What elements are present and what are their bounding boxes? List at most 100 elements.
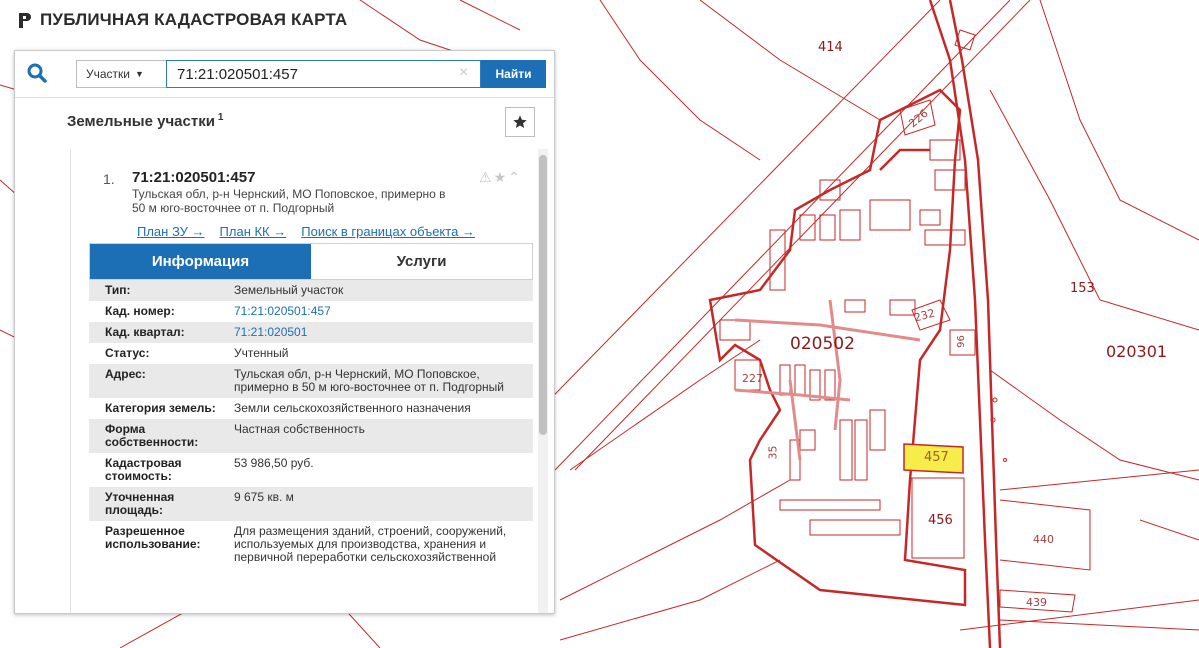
road-line — [574, 0, 1031, 471]
building — [934, 169, 966, 191]
info-table: Тип: Земельный участок Кад. номер: 71:21… — [89, 280, 533, 568]
building — [839, 209, 861, 241]
building — [824, 369, 836, 401]
search-icon[interactable] — [25, 61, 49, 85]
building — [794, 364, 806, 396]
map-point — [1003, 458, 1007, 462]
info-key: Статус: — [105, 346, 150, 360]
info-row: Кад. квартал: 71:21:020501 — [89, 322, 533, 343]
building — [869, 409, 886, 451]
info-row: Разрешенное использование: Для размещени… — [89, 521, 533, 568]
search-bar: Участки ▼ × Найти — [15, 51, 554, 98]
chevron-down-icon: ▼ — [135, 69, 144, 79]
info-key: Разрешенное использование: — [105, 524, 201, 551]
info-value: Для размещения зданий, строений, сооруже… — [234, 524, 507, 564]
app-title: ПУБЛИЧНАЯ КАДАСТРОВАЯ КАРТА — [18, 10, 347, 30]
parcel-label: 35 — [766, 445, 780, 460]
parcel-label: 96 — [955, 335, 967, 348]
building — [719, 319, 751, 341]
object-type-label: Участки — [86, 67, 130, 81]
info-key: Форма собственности: — [105, 422, 199, 449]
field-boundary — [569, 339, 761, 471]
field-boundary — [1039, 0, 1199, 241]
star-icon — [513, 115, 527, 128]
results-header: Земельные участки 1 — [15, 98, 554, 146]
clear-icon[interactable]: × — [459, 64, 468, 82]
app-title-text: ПУБЛИЧНАЯ КАДАСТРОВАЯ КАРТА — [40, 10, 348, 29]
info-key: Кад. квартал: — [105, 325, 185, 339]
building — [844, 299, 866, 313]
parcel-label: 456 — [928, 513, 953, 528]
field-boundary — [459, 0, 521, 31]
building — [924, 229, 966, 246]
info-row: Кадастровая стоимость: 53 986,50 руб. — [89, 453, 533, 487]
info-row: Форма собственности: Частная собственнос… — [89, 419, 533, 453]
plan-kk-link[interactable]: План КК → — [220, 224, 287, 239]
search-input[interactable] — [166, 60, 481, 88]
building — [809, 519, 901, 536]
building — [819, 214, 836, 241]
building — [919, 209, 941, 226]
building — [779, 499, 881, 511]
info-value-link[interactable]: 71:21:020501 — [234, 326, 529, 339]
warning-icon[interactable]: ⚠ — [479, 169, 494, 185]
results-title-text: Земельные участки — [67, 113, 215, 130]
tab-services[interactable]: Услуги — [311, 244, 532, 279]
info-row: Кад. номер: 71:21:020501:457 — [89, 301, 533, 322]
chevron-up-icon[interactable]: ⌃ — [508, 169, 522, 185]
building — [779, 364, 791, 396]
selected-parcel-label: 457 — [924, 450, 949, 465]
info-value-link[interactable]: 71:21:020501:457 — [234, 305, 529, 318]
info-row: Адрес: Тульская обл, р-н Чернский, МО По… — [89, 364, 533, 398]
field-boundary — [559, 559, 781, 641]
plan-zu-link[interactable]: План ЗУ → — [137, 224, 205, 239]
result-cadastral-number[interactable]: 71:21:020501:457 — [132, 169, 255, 186]
field-boundary — [1139, 519, 1199, 541]
star-outline-icon[interactable]: ★ — [494, 169, 509, 185]
result-index: 1. — [103, 171, 115, 187]
search-in-bounds-link[interactable]: Поиск в границах объекта → — [301, 224, 475, 239]
cadastral-quarter-label: 020502 — [790, 334, 855, 354]
parcel-label: 227 — [742, 372, 763, 385]
info-value: Частная собственность — [234, 422, 365, 436]
building — [869, 199, 911, 231]
scrollbar-thumb[interactable] — [539, 155, 547, 435]
field-boundary — [999, 469, 1199, 491]
info-value: Земли сельскохозяйственного назначения — [234, 401, 471, 415]
object-type-select[interactable]: Участки ▼ — [76, 60, 166, 88]
rosreestr-logo-icon — [19, 13, 31, 28]
info-row: Уточненная площадь: 9 675 кв. м — [89, 487, 533, 521]
building — [889, 299, 916, 316]
field-boundary — [699, 0, 881, 121]
results-scrollbar[interactable] — [538, 149, 548, 613]
info-row: Статус: Учтенный — [89, 343, 533, 364]
favorites-button[interactable] — [505, 107, 535, 137]
info-key: Адрес: — [105, 367, 146, 381]
info-key: Кад. номер: — [105, 304, 175, 318]
results-title: Земельные участки 1 — [67, 112, 223, 130]
info-value: Земельный участок — [234, 283, 344, 297]
card-tabs: Информация Услуги — [89, 243, 533, 280]
info-row: Категория земель: Земли сельскохозяйстве… — [89, 398, 533, 419]
find-button[interactable]: Найти — [481, 60, 546, 88]
result-card: 1. 71:21:020501:457 Тульская обл, р-н Че… — [70, 149, 537, 613]
field-boundary — [989, 369, 1199, 481]
parcel-label: 414 — [818, 40, 843, 55]
search-panel: Участки ▼ × Найти Земельные участки1 1. … — [14, 50, 555, 614]
info-key: Уточненная площадь: — [105, 490, 175, 517]
info-value: Учтенный — [234, 346, 289, 360]
results-count: 1 — [217, 112, 224, 123]
parcel-label: 153 — [1070, 281, 1095, 296]
parcel-label: 439 — [1026, 596, 1047, 609]
info-key: Категория земель: — [105, 401, 216, 415]
result-address: Тульская обл, р-н Чернский, МО Поповское… — [132, 187, 446, 215]
field-boundary — [959, 599, 1199, 631]
building — [839, 419, 853, 481]
card-actions: ⚠★⌃ — [479, 169, 522, 186]
building — [799, 429, 816, 451]
info-key: Кадастровая стоимость: — [105, 456, 182, 483]
map-point — [992, 397, 998, 403]
info-value: 9 675 кв. м — [234, 490, 294, 504]
tab-information[interactable]: Информация — [90, 244, 311, 279]
building — [799, 214, 816, 241]
